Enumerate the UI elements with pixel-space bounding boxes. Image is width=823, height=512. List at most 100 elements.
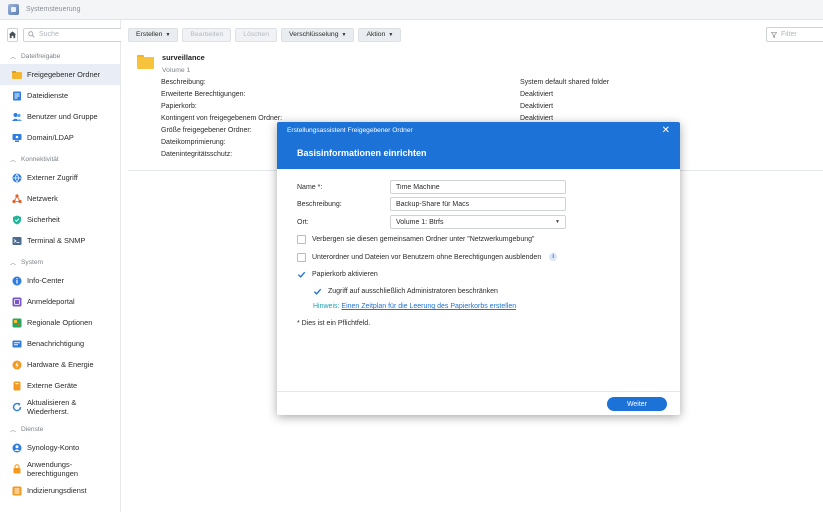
- folder-icon: [12, 70, 22, 80]
- login-portal-icon: [12, 297, 22, 307]
- sidebar-search-input[interactable]: [39, 31, 119, 38]
- title-bar: Systemsteuerung: [0, 0, 823, 20]
- sidebar-item-label: Indizierungsdienst: [27, 486, 87, 495]
- caret-down-icon: ▼: [555, 219, 560, 225]
- sidebar-item-label: Info-Center: [27, 276, 64, 285]
- dialog-header: Erstellungsassistent Freigegebener Ordne…: [277, 122, 680, 169]
- checkmark-icon: [313, 288, 322, 295]
- section-dienste[interactable]: ︿ Dienste: [0, 422, 120, 437]
- description-input[interactable]: [390, 197, 566, 211]
- sidebar-item-label: Domain/LDAP: [27, 133, 74, 142]
- sidebar-item-indexing-service[interactable]: Indizierungsdienst: [0, 480, 120, 501]
- create-shared-folder-dialog: Erstellungsassistent Freigegebener Ordne…: [277, 122, 680, 415]
- hide-network-checkbox[interactable]: [297, 234, 306, 244]
- sidebar-item-label: Freigegebener Ordner: [27, 70, 101, 79]
- action-button[interactable]: Aktion ▼: [358, 27, 402, 42]
- sidebar-item-external-devices[interactable]: Externe Geräte: [0, 375, 120, 396]
- edit-button[interactable]: Bearbeiten: [182, 27, 232, 42]
- location-select[interactable]: Volume 1: Btrfs ▼: [390, 215, 566, 229]
- home-button[interactable]: [7, 27, 18, 42]
- sidebar-item-update-restore[interactable]: Aktualisieren & Wiederherst.: [0, 396, 120, 418]
- sidebar-item-label: Anmeldeportal: [27, 297, 75, 306]
- close-icon[interactable]: ✕: [662, 126, 670, 136]
- power-icon: [12, 360, 22, 370]
- sidebar-item-synology-account[interactable]: Synology-Konto: [0, 437, 120, 458]
- sidebar-item-terminal-snmp[interactable]: Terminal & SNMP: [0, 230, 120, 251]
- sidebar-item-file-services[interactable]: Dateidienste: [0, 85, 120, 106]
- indexing-icon: [12, 486, 22, 496]
- chevron-up-icon: ︿: [10, 261, 17, 267]
- section-system[interactable]: ︿ System: [0, 255, 120, 270]
- sidebar-item-label: Benutzer und Gruppe: [27, 112, 98, 121]
- section-dateifreigabe[interactable]: ︿ Dateifreigabe: [0, 49, 120, 64]
- dialog-body: Name *: Beschreibung: Ort: Volume 1: Btr…: [277, 169, 680, 379]
- filter-field[interactable]: [766, 27, 823, 42]
- dialog-title: Erstellungsassistent Freigegebener Ordne…: [287, 127, 413, 134]
- sidebar-item-label: Regionale Optionen: [27, 318, 93, 327]
- info-icon[interactable]: i: [549, 253, 558, 261]
- info-icon: [12, 276, 22, 286]
- sidebar-item-notification[interactable]: Benachrichtigung: [0, 333, 120, 354]
- recycle-bin-option[interactable]: Papierkorb aktivieren: [297, 268, 378, 280]
- sidebar-item-login-portal[interactable]: Anmeldeportal: [0, 291, 120, 312]
- sidebar-item-network[interactable]: Netzwerk: [0, 188, 120, 209]
- account-icon: [12, 443, 22, 453]
- checkmark-icon: [297, 271, 306, 278]
- sidebar-item-label: Externer Zugriff: [27, 173, 78, 182]
- sidebar-item-label: Netzwerk: [27, 194, 58, 203]
- notification-icon: [12, 339, 22, 349]
- encryption-button[interactable]: Verschlüsselung ▼: [281, 27, 355, 42]
- section-konnektivitaet[interactable]: ︿ Konnektivität: [0, 152, 120, 167]
- chevron-up-icon: ︿: [10, 158, 17, 164]
- filter-input[interactable]: [781, 31, 821, 38]
- dialog-heading: Basisinformationen einrichten: [297, 148, 427, 158]
- name-label: Name *:: [297, 183, 323, 191]
- window-title: Systemsteuerung: [26, 6, 81, 13]
- sidebar-item-label: Anwendungs-berechtigungen: [27, 460, 78, 478]
- name-row: Name *:: [297, 180, 322, 194]
- hide-subfolders-checkbox[interactable]: [297, 252, 306, 262]
- detail-row: Beschreibung: System default shared folde…: [161, 79, 610, 86]
- sidebar-item-label: Hardware & Energie: [27, 360, 94, 369]
- next-button[interactable]: Weiter: [607, 397, 667, 411]
- location-label: Ort:: [297, 218, 309, 226]
- sidebar-item-security[interactable]: Sicherheit: [0, 209, 120, 230]
- name-input[interactable]: [390, 180, 566, 194]
- app-permissions-icon: [12, 464, 22, 474]
- sidebar-item-label: Sicherheit: [27, 215, 60, 224]
- sidebar-item-users-groups[interactable]: Benutzer und Gruppe: [0, 106, 120, 127]
- recycle-schedule-link[interactable]: Einen Zeitplan für die Leerung des Papie…: [341, 303, 516, 310]
- hide-network-option[interactable]: Verbergen sie diesen gemeinsamen Ordner …: [297, 233, 534, 245]
- external-access-icon: [12, 173, 22, 183]
- folder-header[interactable]: surveillance Volume 1: [137, 53, 205, 74]
- sidebar-item-hardware-power[interactable]: Hardware & Energie: [0, 354, 120, 375]
- filter-icon: [771, 31, 777, 38]
- sidebar-item-app-permissions[interactable]: Anwendungs-berechtigungen: [0, 458, 120, 480]
- create-button[interactable]: Erstellen ▼: [128, 27, 179, 42]
- sidebar-item-label: Benachrichtigung: [27, 339, 85, 348]
- sidebar-item-regional-options[interactable]: Regionale Optionen: [0, 312, 120, 333]
- delete-button[interactable]: Löschen: [235, 27, 277, 42]
- terminal-icon: [12, 236, 22, 246]
- shield-icon: [12, 215, 22, 225]
- admin-only-checkbox[interactable]: [313, 287, 322, 296]
- sidebar-item-info-center[interactable]: Info-Center: [0, 270, 120, 291]
- sidebar-item-label: Aktualisieren & Wiederherst.: [27, 398, 77, 416]
- toolbar: Erstellen ▼ Bearbeiten Löschen Verschlüss…: [121, 20, 823, 49]
- admin-only-option[interactable]: Zugriff auf ausschließlich Administrator…: [313, 285, 498, 297]
- domain-icon: [12, 133, 22, 143]
- caret-down-icon: ▼: [165, 31, 171, 38]
- recycle-bin-checkbox[interactable]: [297, 270, 306, 279]
- hide-subfolders-option[interactable]: Unterordner und Dateien vor Benutzern oh…: [297, 251, 558, 263]
- sidebar-item-label: Dateidienste: [27, 91, 69, 100]
- sidebar-item-domain-ldap[interactable]: Domain/LDAP: [0, 127, 120, 148]
- external-devices-icon: [12, 381, 22, 391]
- regional-icon: [12, 318, 22, 328]
- sidebar-top: [0, 20, 124, 49]
- hint-line: Hinweis: Einen Zeitplan für die Leerung …: [313, 303, 516, 310]
- sidebar-item-external-access[interactable]: Externer Zugriff: [0, 167, 120, 188]
- sidebar-search[interactable]: [23, 27, 124, 42]
- sidebar-item-shared-folder[interactable]: Freigegebener Ordner: [0, 64, 120, 85]
- detail-row: Papierkorb: Deaktiviert: [161, 103, 554, 110]
- sidebar-item-label: Synology-Konto: [27, 443, 80, 452]
